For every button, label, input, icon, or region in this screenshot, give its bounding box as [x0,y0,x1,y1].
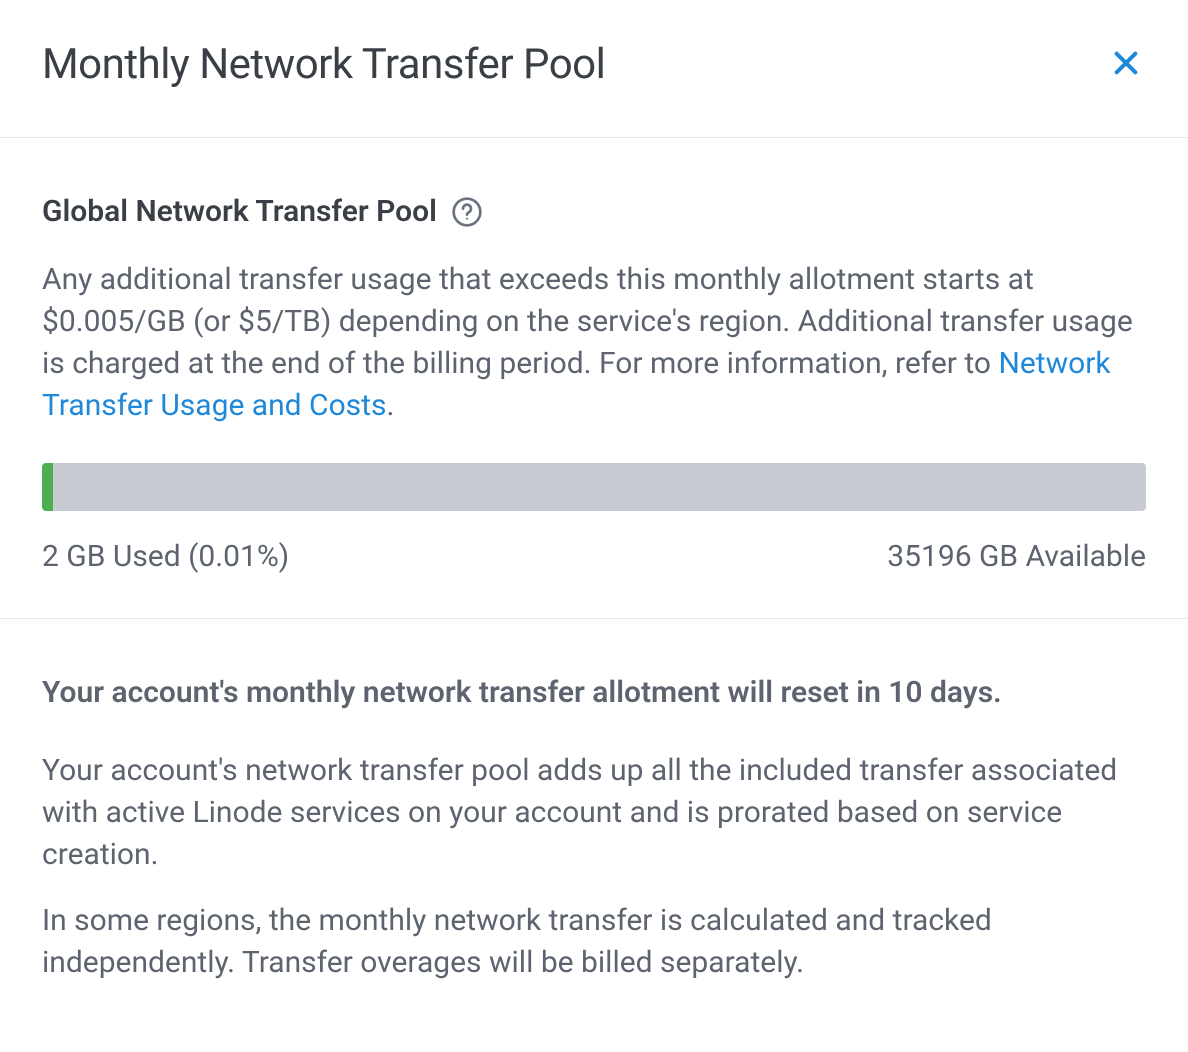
info-section: Your account's monthly network transfer … [0,619,1188,1052]
description-text-after: . [386,388,394,423]
usage-stats-row: 2 GB Used (0.01%) 35196 GB Available [42,539,1146,574]
page-title: Monthly Network Transfer Pool [42,40,605,89]
info-paragraph-1: Your account's network transfer pool add… [42,750,1146,876]
usage-progress-fill [42,463,53,511]
close-icon [1110,47,1142,82]
pool-description: Any additional transfer usage that excee… [42,259,1146,427]
usage-progress-bar [42,463,1146,511]
section-title: Global Network Transfer Pool [42,194,437,229]
dialog-header: Monthly Network Transfer Pool [0,0,1188,138]
section-title-row: Global Network Transfer Pool [42,194,1146,229]
close-button[interactable] [1106,43,1146,86]
global-pool-section: Global Network Transfer Pool Any additio… [0,138,1188,619]
used-amount: 2 GB Used (0.01%) [42,539,289,574]
available-amount: 35196 GB Available [887,539,1146,574]
reset-notice: Your account's monthly network transfer … [42,675,1146,710]
description-text-before: Any additional transfer usage that excee… [42,262,1133,381]
info-paragraph-2: In some regions, the monthly network tra… [42,900,1146,984]
help-icon[interactable] [451,196,483,228]
